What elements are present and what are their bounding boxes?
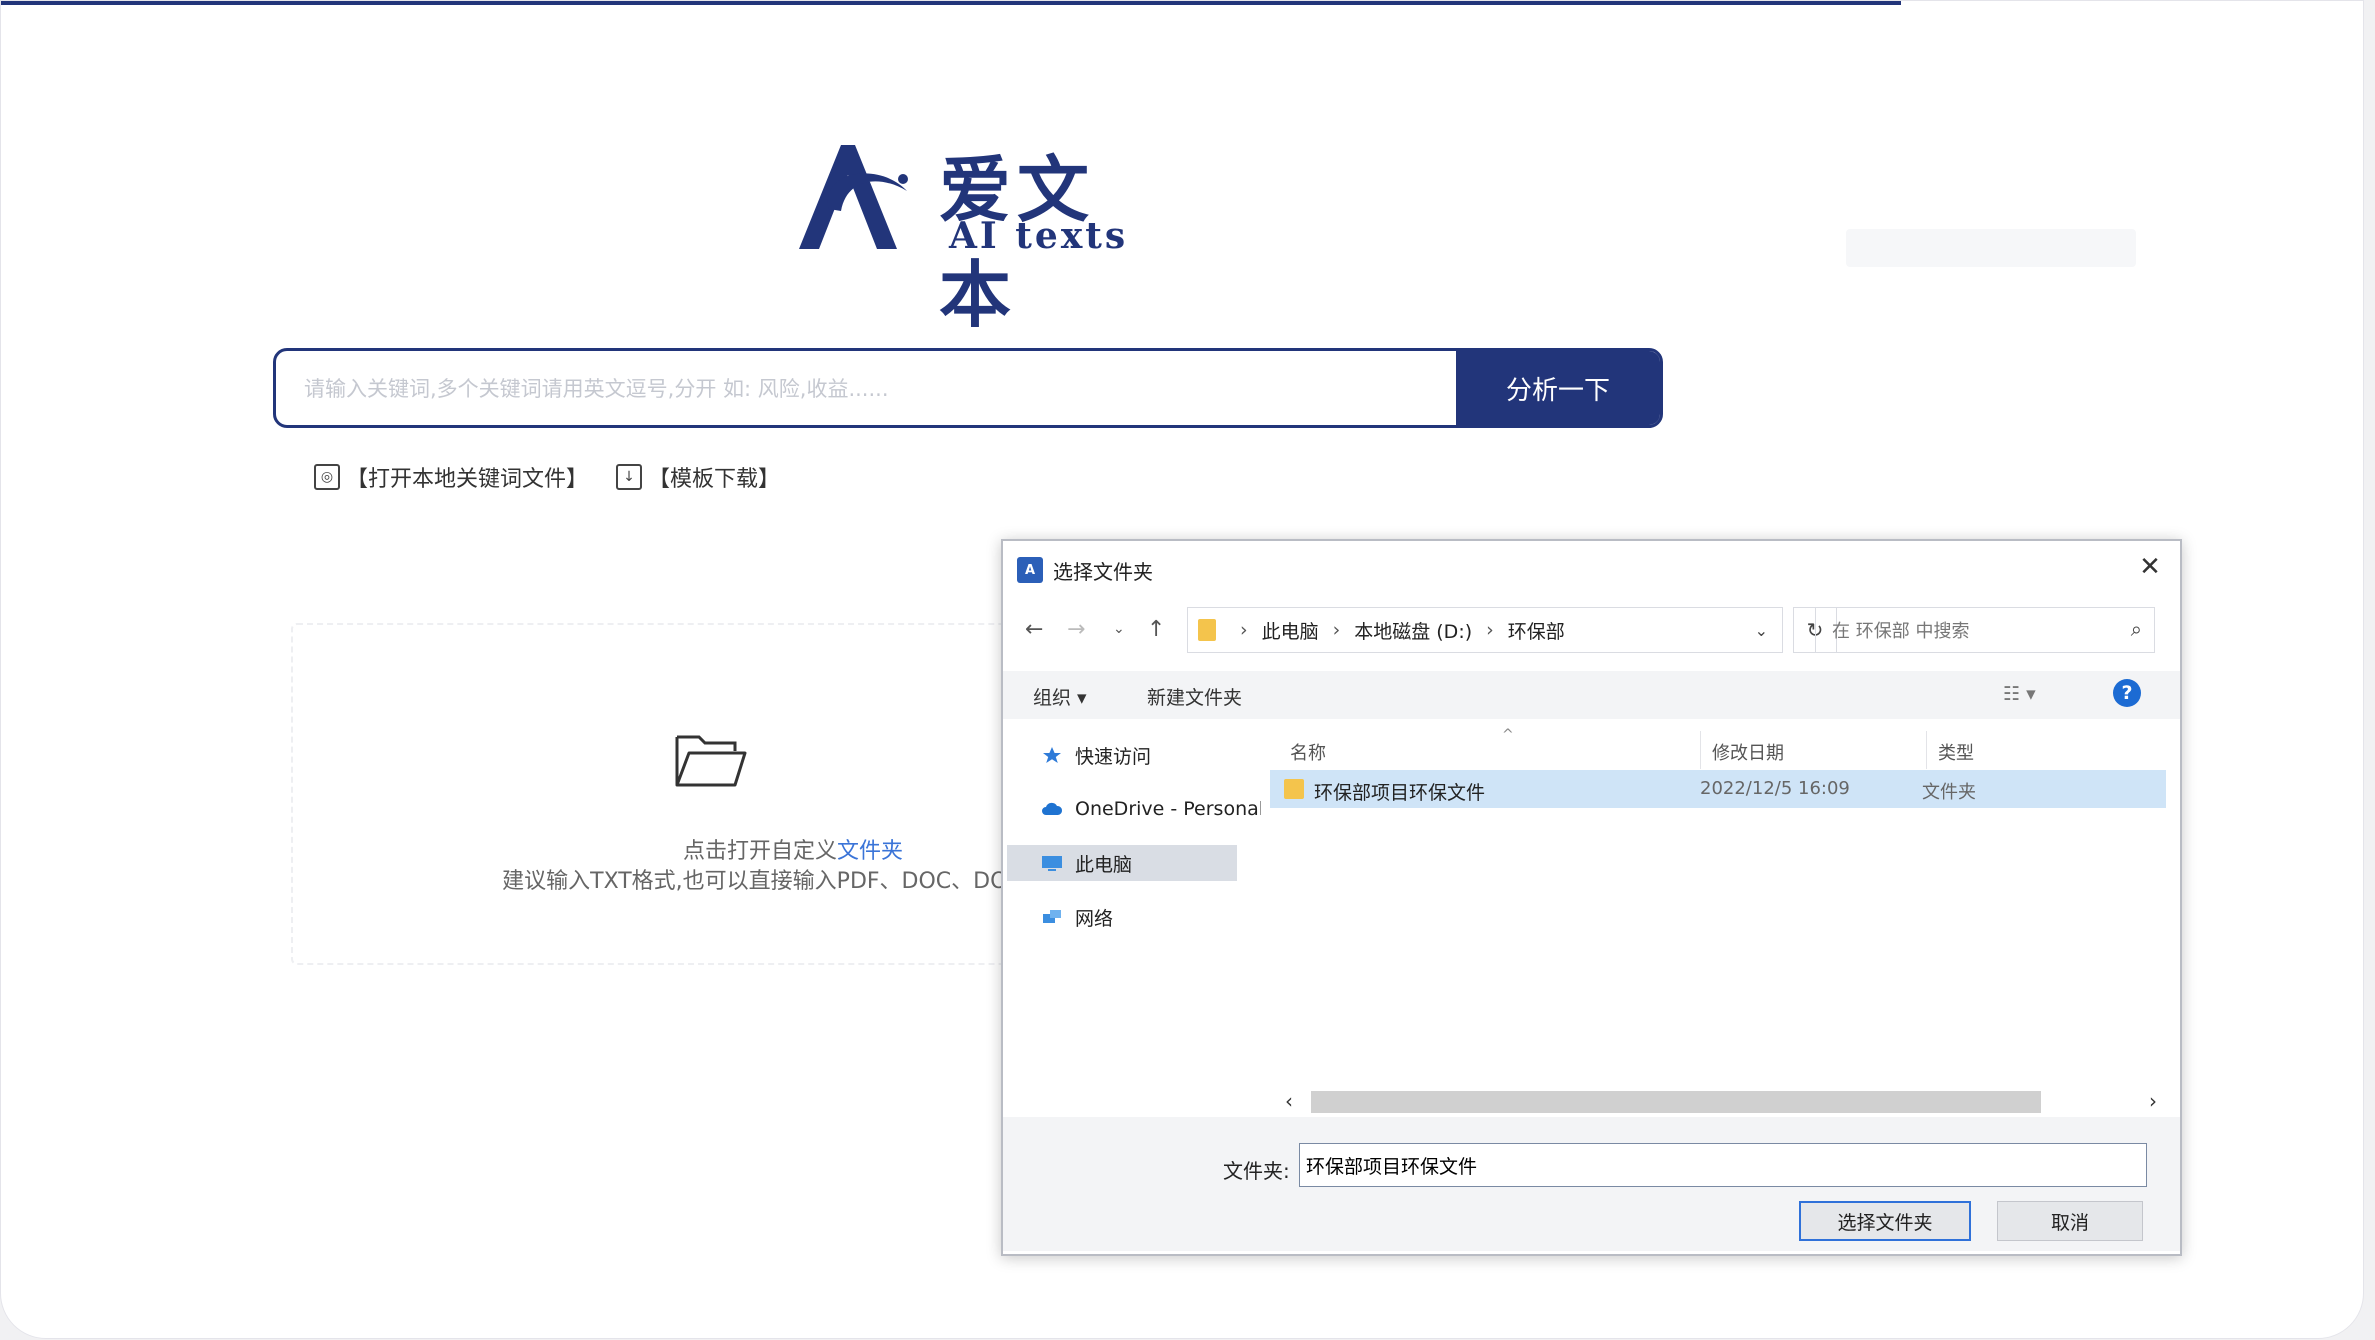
nav-onedrive[interactable]: OneDrive - Personal: [1041, 791, 1261, 827]
nav-label: OneDrive - Personal: [1075, 798, 1261, 820]
open-file-icon: ◎: [314, 464, 340, 490]
folder-search-box[interactable]: ⌕: [1815, 607, 2155, 654]
forward-arrow-icon[interactable]: →: [1067, 617, 1085, 642]
dialog-footer: 文件夹: 选择文件夹 取消: [1003, 1117, 2180, 1251]
search-icon: ⌕: [2130, 617, 2142, 641]
help-icon[interactable]: ?: [2113, 679, 2141, 707]
nav-label: 网络: [1075, 907, 1114, 930]
recent-dropdown-icon[interactable]: ⌄: [1113, 621, 1125, 637]
scrollbar-thumb[interactable]: [1311, 1091, 2041, 1113]
template-label: 【模板下载】: [648, 467, 781, 492]
nav-network[interactable]: 网络: [1041, 899, 1261, 935]
nav-label: 快速访问: [1075, 745, 1152, 768]
up-arrow-icon[interactable]: ↑: [1147, 617, 1165, 642]
upload-prefix: 点击打开自定义: [682, 839, 837, 864]
nav-quick-access[interactable]: 快速访问: [1041, 737, 1261, 773]
nav-label: 此电脑: [1075, 853, 1133, 876]
folder-open-icon: [675, 735, 747, 787]
select-folder-dialog: A 选择文件夹 ✕ ← → ⌄ ↑ › 此电脑 › 本地磁盘 (D:) › 环保…: [1001, 539, 2182, 1256]
chevron-down-icon[interactable]: ⌄: [1755, 621, 1768, 640]
logo-en-text: AI texts: [949, 215, 1129, 257]
folder-field-label: 文件夹:: [1223, 1159, 1290, 1183]
network-icon: [1043, 910, 1061, 923]
download-icon: ↓: [616, 464, 643, 490]
star-icon: [1043, 747, 1061, 763]
chevron-right-icon: ›: [1486, 619, 1494, 641]
column-header-name[interactable]: 名称: [1290, 739, 1326, 765]
folder-icon: [1198, 619, 1216, 641]
path-segment[interactable]: 此电脑: [1262, 617, 1319, 644]
path-segment[interactable]: 环保部: [1508, 617, 1565, 644]
row-date: 2022/12/5 16:09: [1700, 778, 1850, 799]
path-segment[interactable]: 本地磁盘 (D:): [1354, 617, 1472, 644]
command-bar: 组织 ▾ 新建文件夹 ☷ ▾ ?: [1003, 671, 2180, 719]
logo: 爱文本 AI texts: [789, 131, 1149, 337]
file-list: ^ 名称 修改日期 类型 环保部项目环保文件 2022/12/5 16:09 文…: [1270, 727, 2170, 1117]
folder-name-field[interactable]: [1299, 1143, 2147, 1187]
custom-folder-link[interactable]: 文件夹: [837, 839, 903, 864]
analyze-button[interactable]: 分析一下: [1456, 351, 1660, 425]
table-row[interactable]: 环保部项目环保文件 2022/12/5 16:09 文件夹: [1270, 770, 2166, 808]
select-folder-button[interactable]: 选择文件夹: [1799, 1201, 1971, 1241]
folder-search-input[interactable]: [1830, 608, 2104, 654]
navigation-row: ← → ⌄ ↑ › 此电脑 › 本地磁盘 (D:) › 环保部 ⌄ ↻ ⌕: [1003, 607, 2180, 655]
scroll-left-icon[interactable]: ‹: [1285, 1089, 1293, 1113]
row-name: 环保部项目环保文件: [1314, 782, 1486, 804]
new-folder-button[interactable]: 新建文件夹: [1147, 683, 1242, 710]
navigation-pane: 快速访问 OneDrive - Personal 此电脑 网络: [1003, 727, 1268, 1107]
sort-ascending-icon: ^: [1502, 727, 1514, 743]
view-options-icon[interactable]: ☷ ▾: [2003, 683, 2036, 705]
address-bar[interactable]: › 此电脑 › 本地磁盘 (D:) › 环保部 ⌄: [1187, 607, 1783, 653]
close-button[interactable]: ✕: [2132, 549, 2168, 585]
back-arrow-icon[interactable]: ←: [1025, 617, 1043, 642]
faded-pill: [1846, 229, 2136, 267]
logo-mark-icon: [799, 145, 908, 249]
file-links: ◎ 【打开本地关键词文件】 ↓ 【模板下载】: [314, 461, 780, 493]
nav-this-pc[interactable]: 此电脑: [1007, 845, 1237, 881]
open-local-label: 【打开本地关键词文件】: [346, 467, 589, 492]
dialog-title: 选择文件夹: [1053, 559, 1153, 584]
template-download-link[interactable]: ↓ 【模板下载】: [616, 461, 780, 493]
organize-menu[interactable]: 组织 ▾: [1033, 683, 1087, 710]
cloud-icon: [1042, 802, 1063, 815]
chevron-right-icon: ›: [1332, 619, 1341, 641]
column-header-type[interactable]: 类型: [1938, 739, 1974, 765]
column-header-date[interactable]: 修改日期: [1712, 739, 1784, 765]
column-divider[interactable]: [1926, 731, 1927, 769]
chevron-right-icon: ›: [1240, 619, 1248, 641]
open-local-keyword-file-link[interactable]: ◎ 【打开本地关键词文件】: [314, 461, 588, 493]
cancel-button[interactable]: 取消: [1997, 1201, 2143, 1241]
search-bar: 分析一下: [273, 348, 1663, 428]
column-divider[interactable]: [1700, 731, 1701, 769]
row-type: 文件夹: [1922, 782, 1976, 803]
scroll-right-icon[interactable]: ›: [2149, 1089, 2157, 1113]
folder-icon: [1284, 779, 1304, 799]
app-icon: A: [1017, 557, 1043, 583]
computer-icon: [1042, 856, 1062, 871]
page-card: 爱文本 AI texts 分析一下 ◎ 【打开本地关键词文件】 ↓ 【模板下载】…: [0, 0, 2364, 1339]
top-accent-line: [1, 1, 1901, 5]
dialog-titlebar: A 选择文件夹: [1017, 555, 1153, 585]
upload-area[interactable]: 点击打开自定义文件夹 建议输入TXT格式,也可以直接输入PDF、DOC、DOCX…: [291, 623, 1104, 965]
keyword-input[interactable]: [302, 351, 1406, 425]
horizontal-scrollbar[interactable]: ‹ ›: [1281, 1089, 2167, 1115]
